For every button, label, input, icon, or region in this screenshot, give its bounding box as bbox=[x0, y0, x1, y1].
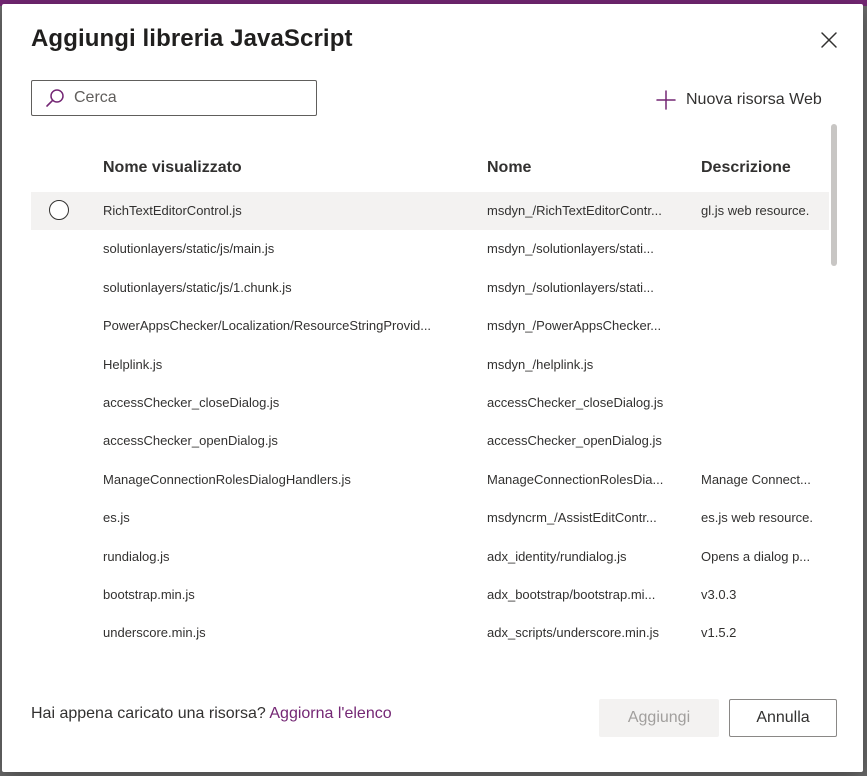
new-web-resource-button[interactable]: Nuova risorsa Web bbox=[656, 88, 822, 112]
cell-name: adx_identity/rundialog.js bbox=[487, 548, 627, 564]
cell-display-name: solutionlayers/static/js/main.js bbox=[103, 241, 275, 257]
cell-display-name: rundialog.js bbox=[103, 548, 170, 564]
search-icon bbox=[46, 89, 64, 107]
close-button[interactable] bbox=[817, 28, 841, 52]
footer-prompt-text: Hai appena caricato una risorsa? bbox=[31, 705, 266, 722]
cell-name: msdyncrm_/AssistEditContr... bbox=[487, 510, 657, 526]
cell-description: gl.js web resource. bbox=[701, 203, 810, 218]
table-row[interactable]: PowerAppsChecker/Localization/ResourceSt… bbox=[31, 307, 829, 345]
resource-table: Nome visualizzato Nome Descrizione RichT… bbox=[31, 146, 829, 653]
cell-description: v3.0.3 bbox=[701, 586, 737, 602]
cell-name: ManageConnectionRolesDia... bbox=[487, 471, 664, 487]
cell-description: Manage Connect... bbox=[701, 471, 811, 487]
cell-name: accessChecker_closeDialog.js bbox=[487, 394, 664, 410]
table-row[interactable]: RichTextEditorControl.js msdyn_/RichText… bbox=[31, 192, 829, 231]
search-box[interactable] bbox=[31, 80, 317, 116]
cell-name: adx_scripts/underscore.min.js bbox=[487, 625, 659, 641]
cell-description: es.js web resource. bbox=[701, 510, 813, 526]
column-header-name[interactable]: Nome bbox=[487, 159, 531, 177]
cell-name: adx_bootstrap/bootstrap.mi... bbox=[487, 586, 656, 602]
table-row[interactable]: bootstrap.min.js adx_bootstrap/bootstrap… bbox=[31, 576, 829, 614]
cell-description: Opens a dialog p... bbox=[701, 548, 811, 564]
footer-prompt: Hai appena caricato una risorsa? Aggiorn… bbox=[31, 705, 392, 723]
dialog-title: Aggiungi libreria JavaScript bbox=[31, 25, 353, 52]
new-web-resource-label: Nuova risorsa Web bbox=[686, 91, 822, 108]
cancel-button[interactable]: Annulla bbox=[729, 699, 837, 737]
cell-display-name: bootstrap.min.js bbox=[103, 586, 195, 602]
table-row[interactable]: solutionlayers/static/js/1.chunk.js msdy… bbox=[31, 269, 829, 307]
column-header-display-name[interactable]: Nome visualizzato bbox=[103, 159, 242, 177]
add-button[interactable]: Aggiungi bbox=[599, 699, 719, 737]
table-row[interactable]: solutionlayers/static/js/main.js msdyn_/… bbox=[31, 230, 829, 268]
cell-display-name: RichTextEditorControl.js bbox=[103, 203, 242, 218]
cell-name: msdyn_/solutionlayers/stati... bbox=[487, 241, 654, 257]
cell-display-name: ManageConnectionRolesDialogHandlers.js bbox=[103, 471, 351, 487]
cell-name: accessChecker_openDialog.js bbox=[487, 433, 662, 449]
table-row[interactable]: Helplink.js msdyn_/helplink.js bbox=[31, 346, 829, 384]
radio-icon[interactable] bbox=[49, 200, 69, 220]
table-row[interactable]: rundialog.js adx_identity/rundialog.js O… bbox=[31, 538, 829, 576]
add-javascript-library-dialog: Aggiungi libreria JavaScript Nuova risor… bbox=[2, 4, 863, 772]
cell-name: msdyn_/helplink.js bbox=[487, 356, 594, 372]
cell-display-name: solutionlayers/static/js/1.chunk.js bbox=[103, 279, 292, 295]
column-header-description[interactable]: Descrizione bbox=[701, 159, 791, 177]
table-row[interactable]: accessChecker_closeDialog.js accessCheck… bbox=[31, 384, 829, 422]
close-icon bbox=[821, 32, 837, 48]
cell-name: msdyn_/solutionlayers/stati... bbox=[487, 279, 654, 295]
table-row[interactable]: ManageConnectionRolesDialogHandlers.js M… bbox=[31, 461, 829, 499]
search-input[interactable] bbox=[74, 89, 294, 107]
table-row[interactable]: es.js msdyncrm_/AssistEditContr... es.js… bbox=[31, 499, 829, 537]
cell-name: msdyn_/PowerAppsChecker... bbox=[487, 318, 662, 334]
vertical-scrollbar[interactable] bbox=[831, 124, 837, 266]
cell-display-name: accessChecker_openDialog.js bbox=[103, 433, 278, 449]
cell-display-name: PowerAppsChecker/Localization/ResourceSt… bbox=[103, 318, 432, 334]
cell-display-name: es.js bbox=[103, 510, 130, 526]
table-row[interactable]: underscore.min.js adx_scripts/underscore… bbox=[31, 614, 829, 652]
plus-icon bbox=[656, 90, 676, 110]
cell-name: msdyn_/RichTextEditorContr... bbox=[487, 203, 662, 218]
cell-display-name: underscore.min.js bbox=[103, 625, 206, 641]
refresh-list-link[interactable]: Aggiorna l'elenco bbox=[269, 705, 391, 722]
cell-description: v1.5.2 bbox=[701, 625, 737, 641]
table-header: Nome visualizzato Nome Descrizione bbox=[31, 146, 829, 192]
cell-display-name: accessChecker_closeDialog.js bbox=[103, 394, 280, 410]
cell-display-name: Helplink.js bbox=[103, 356, 163, 372]
table-row[interactable]: accessChecker_openDialog.js accessChecke… bbox=[31, 422, 829, 460]
